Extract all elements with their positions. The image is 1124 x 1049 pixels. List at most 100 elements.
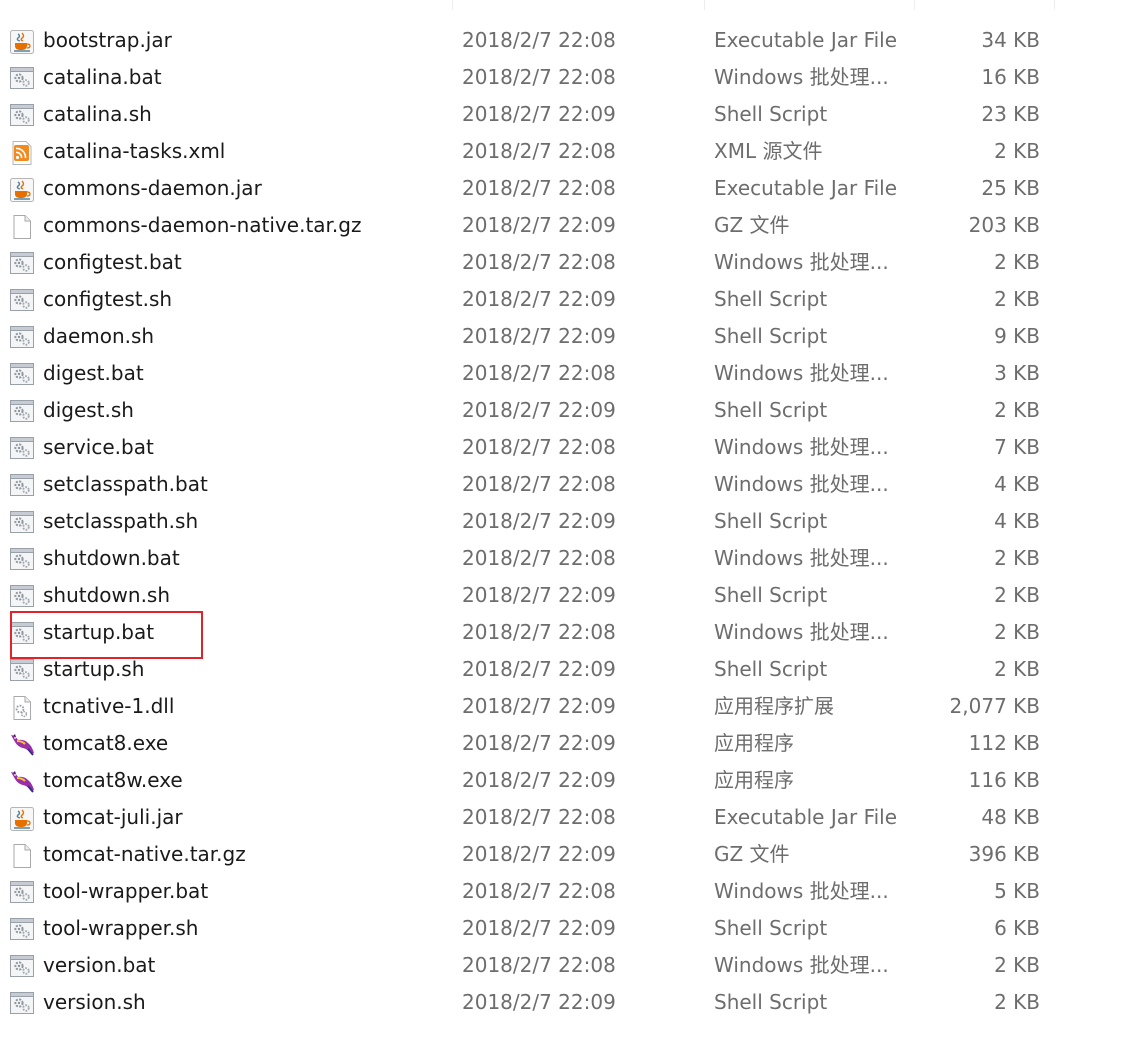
file-name: digest.bat <box>43 361 144 385</box>
file-modified-date: 2018/2/7 22:09 <box>462 694 616 718</box>
file-row[interactable]: tool-wrapper.bat 2018/2/7 22:08 Windows 批处… <box>0 873 1060 910</box>
batch-file-icon <box>10 67 34 89</box>
file-modified-date: 2018/2/7 22:08 <box>462 176 616 200</box>
file-modified-date: 2018/2/7 22:09 <box>462 731 616 755</box>
file-name: commons-daemon-native.tar.gz <box>43 213 362 237</box>
file-modified-date: 2018/2/7 22:09 <box>462 916 616 940</box>
file-row[interactable]: digest.bat 2018/2/7 22:08 Windows 批处理... 3 … <box>0 355 1060 392</box>
column-divider <box>704 0 705 10</box>
batch-file-icon <box>10 548 34 570</box>
file-size: 4 KB <box>994 472 1040 496</box>
blank-file-icon <box>10 215 34 239</box>
file-modified-date: 2018/2/7 22:09 <box>462 102 616 126</box>
file-size: 5 KB <box>994 879 1040 903</box>
file-modified-date: 2018/2/7 22:08 <box>462 361 616 385</box>
file-size: 396 KB <box>968 842 1040 866</box>
file-size: 112 KB <box>968 731 1040 755</box>
file-modified-date: 2018/2/7 22:08 <box>462 28 616 52</box>
file-row[interactable]: version.sh 2018/2/7 22:09 Shell Script 2 KB <box>0 984 1060 1021</box>
xml-rss-file-icon <box>10 141 34 165</box>
file-size: 203 KB <box>968 213 1040 237</box>
file-row[interactable]: commons-daemon.jar 2018/2/7 22:08 Executab… <box>0 170 1060 207</box>
file-row[interactable]: setclasspath.bat 2018/2/7 22:08 Windows 批处… <box>0 466 1060 503</box>
file-modified-date: 2018/2/7 22:09 <box>462 509 616 533</box>
file-row[interactable]: catalina-tasks.xml 2018/2/7 22:08 XML 源文件 2… <box>0 133 1060 170</box>
file-size: 2 KB <box>994 250 1040 274</box>
file-type: 应用程序 <box>714 768 794 792</box>
file-type: Windows 批处理... <box>714 435 889 459</box>
file-row[interactable]: service.bat 2018/2/7 22:08 Windows 批处理... 7… <box>0 429 1060 466</box>
file-modified-date: 2018/2/7 22:09 <box>462 657 616 681</box>
file-type: Windows 批处理... <box>714 546 889 570</box>
file-size: 2 KB <box>994 583 1040 607</box>
batch-file-icon <box>10 474 34 496</box>
file-size: 25 KB <box>981 176 1040 200</box>
file-name: tomcat8w.exe <box>43 768 183 792</box>
file-name: catalina-tasks.xml <box>43 139 226 163</box>
file-row[interactable]: tomcat8w.exe 2018/2/7 22:09 应用程序 116 KB <box>0 762 1060 799</box>
file-row[interactable]: commons-daemon-native.tar.gz 2018/2/7 22:… <box>0 207 1060 244</box>
file-name: tomcat8.exe <box>43 731 169 755</box>
file-row[interactable]: tool-wrapper.sh 2018/2/7 22:09 Shell Scrip… <box>0 910 1060 947</box>
file-size: 2 KB <box>994 546 1040 570</box>
batch-file-icon <box>10 363 34 385</box>
file-row[interactable]: tcnative-1.dll 2018/2/7 22:09 应用程序扩展 2,077 … <box>0 688 1060 725</box>
file-size: 16 KB <box>981 65 1040 89</box>
file-row[interactable]: daemon.sh 2018/2/7 22:09 Shell Script 9 KB <box>0 318 1060 355</box>
file-row[interactable]: tomcat-native.tar.gz 2018/2/7 22:09 GZ 文件 3… <box>0 836 1060 873</box>
file-row[interactable]: tomcat8.exe 2018/2/7 22:09 应用程序 112 KB <box>0 725 1060 762</box>
file-type: Shell Script <box>714 287 828 311</box>
file-size: 4 KB <box>994 509 1040 533</box>
file-size: 2 KB <box>994 953 1040 977</box>
file-row[interactable]: digest.sh 2018/2/7 22:09 Shell Script 2 KB <box>0 392 1060 429</box>
file-type: Windows 批处理... <box>714 879 889 903</box>
file-name: tool-wrapper.sh <box>43 916 199 940</box>
file-size: 2 KB <box>994 620 1040 644</box>
file-name: bootstrap.jar <box>43 28 172 52</box>
file-row[interactable]: catalina.bat 2018/2/7 22:08 Windows 批处理...… <box>0 59 1060 96</box>
file-modified-date: 2018/2/7 22:08 <box>462 435 616 459</box>
file-row[interactable]: version.bat 2018/2/7 22:08 Windows 批处理... 2… <box>0 947 1060 984</box>
file-type: Windows 批处理... <box>714 361 889 385</box>
file-row[interactable]: configtest.sh 2018/2/7 22:09 Shell Script 2… <box>0 281 1060 318</box>
file-row[interactable]: setclasspath.sh 2018/2/7 22:09 Shell Scrip… <box>0 503 1060 540</box>
file-type: XML 源文件 <box>714 139 823 163</box>
file-name: setclasspath.bat <box>43 472 208 496</box>
file-name: version.sh <box>43 990 146 1014</box>
file-type: Shell Script <box>714 657 828 681</box>
tomcat-exe-icon <box>10 733 34 756</box>
script-file-icon <box>10 511 34 533</box>
file-name: tomcat-juli.jar <box>43 805 183 829</box>
file-row[interactable]: shutdown.sh 2018/2/7 22:09 Shell Script 2 K… <box>0 577 1060 614</box>
file-modified-date: 2018/2/7 22:09 <box>462 842 616 866</box>
jar-file-icon <box>10 178 34 202</box>
file-row[interactable]: startup.bat 2018/2/7 22:08 Windows 批处理... 2… <box>0 614 1060 651</box>
column-divider <box>914 0 915 10</box>
script-file-icon <box>10 659 34 681</box>
script-file-icon <box>10 992 34 1014</box>
file-size: 116 KB <box>968 768 1040 792</box>
file-name: setclasspath.sh <box>43 509 199 533</box>
file-row[interactable]: startup.sh 2018/2/7 22:09 Shell Script 2 KB <box>0 651 1060 688</box>
file-list: bootstrap.jar 2018/2/7 22:08 Executable Ja… <box>0 0 1124 1049</box>
batch-file-icon <box>10 437 34 459</box>
jar-file-icon <box>10 807 34 831</box>
file-row[interactable]: catalina.sh 2018/2/7 22:09 Shell Script 23 … <box>0 96 1060 133</box>
file-modified-date: 2018/2/7 22:08 <box>462 953 616 977</box>
tomcat-exe-icon <box>10 770 34 793</box>
file-row[interactable]: bootstrap.jar 2018/2/7 22:08 Executable Ja… <box>0 22 1060 59</box>
file-modified-date: 2018/2/7 22:09 <box>462 324 616 348</box>
file-name: service.bat <box>43 435 154 459</box>
column-divider <box>1054 0 1055 10</box>
file-row[interactable]: tomcat-juli.jar 2018/2/7 22:08 Executable … <box>0 799 1060 836</box>
script-file-icon <box>10 918 34 940</box>
file-modified-date: 2018/2/7 22:09 <box>462 583 616 607</box>
file-row[interactable]: shutdown.bat 2018/2/7 22:08 Windows 批处理...… <box>0 540 1060 577</box>
file-size: 2,077 KB <box>949 694 1040 718</box>
file-type: Shell Script <box>714 990 828 1014</box>
file-size: 2 KB <box>994 990 1040 1014</box>
file-row[interactable]: configtest.bat 2018/2/7 22:08 Windows 批处理.… <box>0 244 1060 281</box>
file-name: shutdown.bat <box>43 546 180 570</box>
file-size: 2 KB <box>994 287 1040 311</box>
file-type: GZ 文件 <box>714 213 790 237</box>
